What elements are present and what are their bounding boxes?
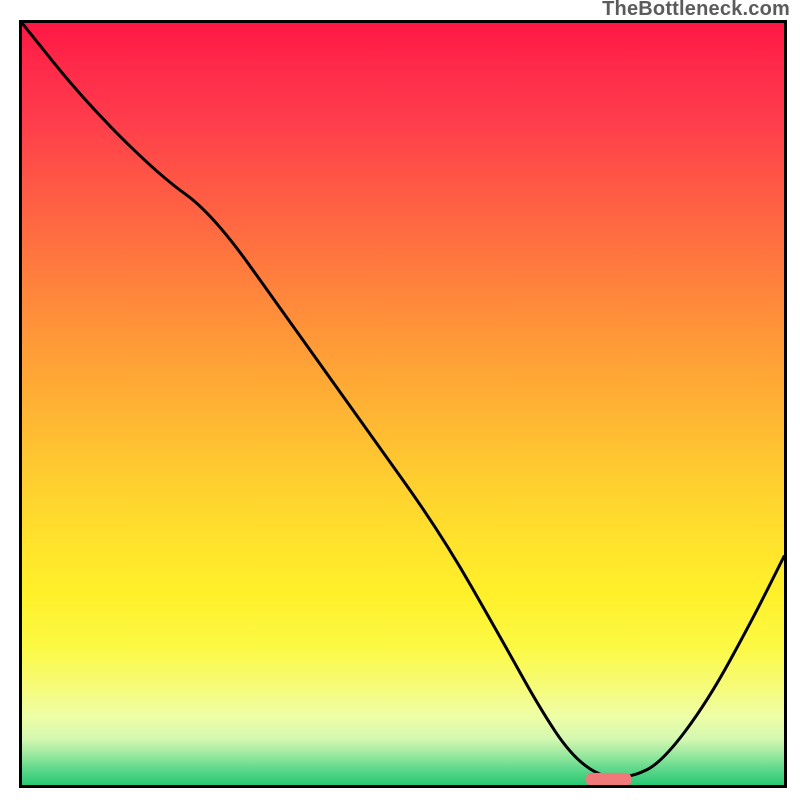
watermark-text: TheBottleneck.com	[602, 0, 790, 21]
chart-frame: TheBottleneck.com	[0, 0, 800, 800]
plot-area	[19, 20, 787, 788]
curve-layer	[22, 23, 784, 785]
bottleneck-curve	[22, 23, 784, 777]
optimal-marker	[586, 773, 632, 785]
